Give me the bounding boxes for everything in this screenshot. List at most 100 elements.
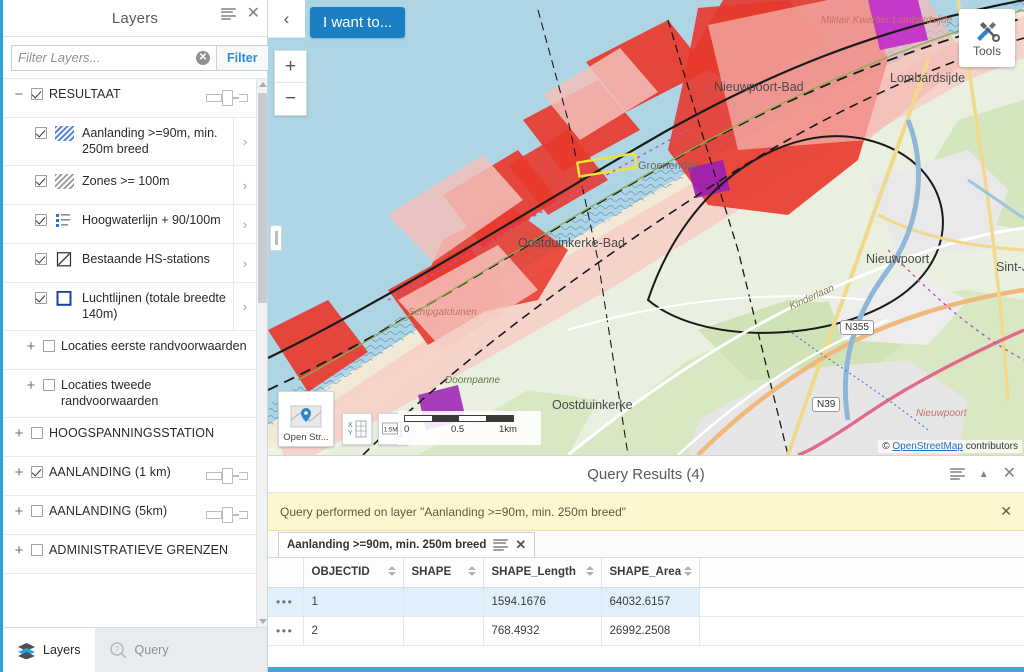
zoom-in-button[interactable]: + <box>275 51 306 83</box>
tab-query[interactable]: ? Query <box>95 628 183 672</box>
scroll-down-icon[interactable] <box>259 619 267 624</box>
layer-checkbox[interactable] <box>35 292 47 304</box>
i-want-to-button[interactable]: I want to... <box>310 7 406 38</box>
layer-checkbox[interactable] <box>43 340 55 352</box>
query-results-menu-icon[interactable] <box>949 468 965 480</box>
layer-checkbox[interactable] <box>31 544 43 556</box>
chevron-right-icon[interactable]: › <box>234 299 256 314</box>
layer-label: HOOGSPANNINGSSTATION <box>49 426 215 440</box>
svg-text:X: X <box>348 422 353 429</box>
column-header-shape[interactable]: SHAPE <box>403 558 484 588</box>
sort-icon[interactable] <box>387 566 396 576</box>
coordinate-widget-button[interactable]: X Y <box>342 413 372 445</box>
row-menu-icon[interactable]: ••• <box>276 624 293 638</box>
layer-checkbox[interactable] <box>31 505 43 517</box>
query-result-tabs: Aanlanding >=90m, min. 250m breed ✕ <box>268 531 1024 558</box>
query-notice-close-icon[interactable]: ✕ <box>1000 503 1012 520</box>
chevron-right-icon[interactable]: › <box>234 134 256 149</box>
cell-shape-length: 1594.1676 <box>483 587 602 617</box>
sort-icon[interactable] <box>683 566 692 576</box>
layer-checkbox[interactable] <box>35 175 47 187</box>
row-menu-cell[interactable]: ••• <box>268 616 304 646</box>
layer-item-hoogwaterlijn[interactable]: Hoogwaterlijn + 90/100m › <box>3 205 256 244</box>
layer-group-aanlanding-5km[interactable]: + AANLANDING (5km) <box>3 496 256 535</box>
column-label: OBJECTID <box>311 566 370 579</box>
layer-item-luchtlijnen[interactable]: Luchtlijnen (totale breedte 140m) › <box>3 283 256 331</box>
row-menu-icon[interactable]: ••• <box>276 595 293 609</box>
clear-filter-icon[interactable]: ✕ <box>196 50 210 65</box>
results-table: OBJECTID SHAPE SHAPE_Length SHAPE_Area •… <box>268 558 1024 646</box>
table-row[interactable]: ••• 2 768.4932 26992.2508 <box>268 616 1024 646</box>
expand-icon[interactable]: + <box>21 339 41 354</box>
sort-icon[interactable] <box>585 566 594 576</box>
panel-resize-handle[interactable] <box>270 225 282 251</box>
sidebar-tabbar: Layers ? Query <box>3 627 267 672</box>
sidebar-scrollbar[interactable] <box>256 79 267 627</box>
column-label: SHAPE <box>411 566 452 579</box>
zoom-out-button[interactable]: − <box>275 83 306 115</box>
scale-bar-graphic <box>404 415 514 422</box>
expand-icon[interactable]: + <box>9 543 29 558</box>
cell-filler <box>699 616 1024 646</box>
map-viewport[interactable]: Militair Kwartier Lombardsijde Lombardsi… <box>268 0 1024 455</box>
scrollbar-thumb[interactable] <box>258 93 267 303</box>
chevron-right-icon[interactable]: › <box>234 178 256 193</box>
layer-checkbox[interactable] <box>31 427 43 439</box>
column-header-shape-area[interactable]: SHAPE_Area <box>601 558 700 588</box>
row-menu-cell[interactable]: ••• <box>268 587 304 617</box>
tools-label: Tools <box>972 44 1001 58</box>
layer-checkbox[interactable] <box>35 253 47 265</box>
scale-min: 0 <box>404 424 410 435</box>
expand-icon[interactable]: + <box>9 426 29 441</box>
filter-button[interactable]: Filter <box>216 44 269 71</box>
column-header-shape-length[interactable]: SHAPE_Length <box>483 558 602 588</box>
filter-layers-input[interactable] <box>18 50 196 65</box>
layer-item-aanlanding-90m[interactable]: Aanlanding >=90m, min. 250m breed › <box>3 118 256 166</box>
sort-icon[interactable] <box>467 566 476 576</box>
expand-icon[interactable]: + <box>9 465 29 480</box>
layer-group-hoogspanningsstation[interactable]: + HOOGSPANNINGSSTATION <box>3 418 256 457</box>
layer-item-zones-100m[interactable]: Zones >= 100m › <box>3 166 256 205</box>
layer-checkbox[interactable] <box>35 214 47 226</box>
horizontal-scrollbar[interactable] <box>268 667 1024 672</box>
layer-group-locaties-tweede[interactable]: + Locaties tweede randvoorwaarden <box>3 370 256 418</box>
table-row[interactable]: ••• 1 1594.1676 64032.6157 <box>268 587 1024 617</box>
column-header-objectid[interactable]: OBJECTID <box>303 558 404 588</box>
layer-group-locaties-eerste[interactable]: + Locaties eerste randvoorwaarden <box>3 331 256 370</box>
query-results-close-icon[interactable]: ✕ <box>1003 466 1016 482</box>
chevron-right-icon[interactable]: › <box>234 256 256 271</box>
table-header-row: OBJECTID SHAPE SHAPE_Length SHAPE_Area <box>268 558 1024 588</box>
sidebar-menu-icon[interactable] <box>220 8 236 20</box>
opacity-slider[interactable] <box>206 468 248 484</box>
opacity-slider[interactable] <box>206 507 248 523</box>
scale-mid: 0.5 <box>451 424 465 435</box>
openstreetmap-link[interactable]: OpenStreetMap <box>892 441 963 452</box>
scroll-up-icon[interactable] <box>259 82 267 87</box>
layer-checkbox[interactable] <box>35 127 47 139</box>
layer-group-resultaat[interactable]: − RESULTAAT <box>3 79 256 118</box>
expand-icon[interactable]: + <box>21 378 41 393</box>
chevron-right-icon[interactable]: › <box>234 217 256 232</box>
opacity-slider[interactable] <box>206 90 248 106</box>
layer-label: AANLANDING (5km) <box>49 504 168 518</box>
tab-layers[interactable]: Layers <box>3 628 95 672</box>
layer-checkbox[interactable] <box>43 379 55 391</box>
result-tab-aanlanding[interactable]: Aanlanding >=90m, min. 250m breed ✕ <box>278 532 536 557</box>
layer-group-administratieve-grenzen[interactable]: + ADMINISTRATIEVE GRENZEN <box>3 535 256 574</box>
basemap-selector-button[interactable]: Open Str... <box>278 391 334 447</box>
expand-icon[interactable]: + <box>9 504 29 519</box>
collapse-icon[interactable]: − <box>9 87 29 102</box>
result-tab-close-icon[interactable]: ✕ <box>515 537 526 553</box>
collapse-sidebar-button[interactable]: ‹ <box>268 0 305 38</box>
tools-button[interactable]: Tools <box>959 9 1015 67</box>
result-tab-menu-icon[interactable] <box>493 539 509 551</box>
cell-objectid: 1 <box>303 587 404 617</box>
layer-checkbox[interactable] <box>31 466 43 478</box>
layer-item-bestaande-hs-stations[interactable]: Bestaande HS-stations › <box>3 244 256 283</box>
layer-tree-scroll: − RESULTAAT Aanlanding >=90m, min. 250m … <box>3 79 267 627</box>
sidebar-close-icon[interactable]: ✕ <box>247 6 260 22</box>
chevron-up-icon[interactable]: ▲ <box>979 469 989 480</box>
layer-group-aanlanding-1km[interactable]: + AANLANDING (1 km) <box>3 457 256 496</box>
layer-checkbox[interactable] <box>31 88 43 100</box>
scale-max: 1km <box>499 424 517 435</box>
